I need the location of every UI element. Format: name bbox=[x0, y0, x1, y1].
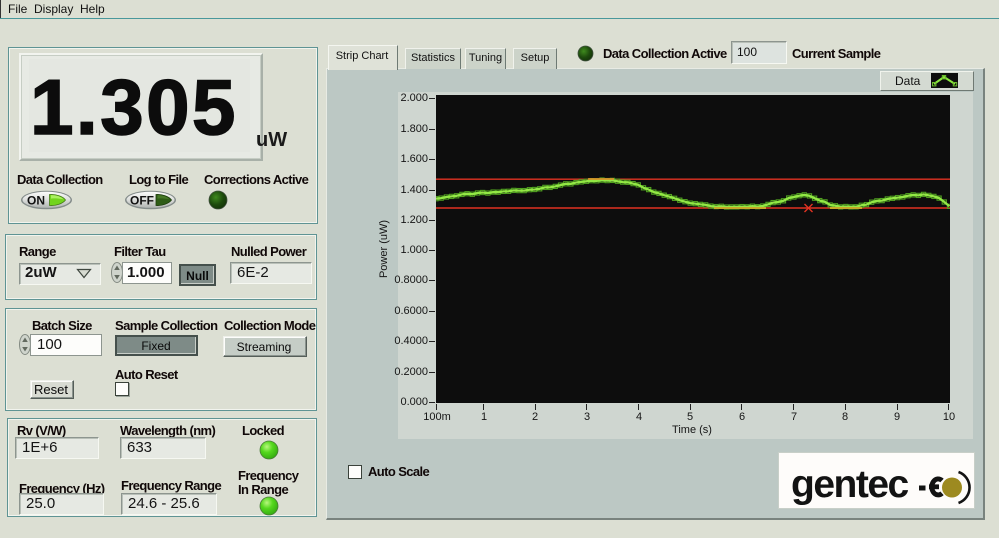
svg-text:ON: ON bbox=[27, 194, 45, 208]
svg-text:OFF: OFF bbox=[130, 194, 154, 208]
svg-text:gentec: gentec bbox=[791, 463, 909, 506]
